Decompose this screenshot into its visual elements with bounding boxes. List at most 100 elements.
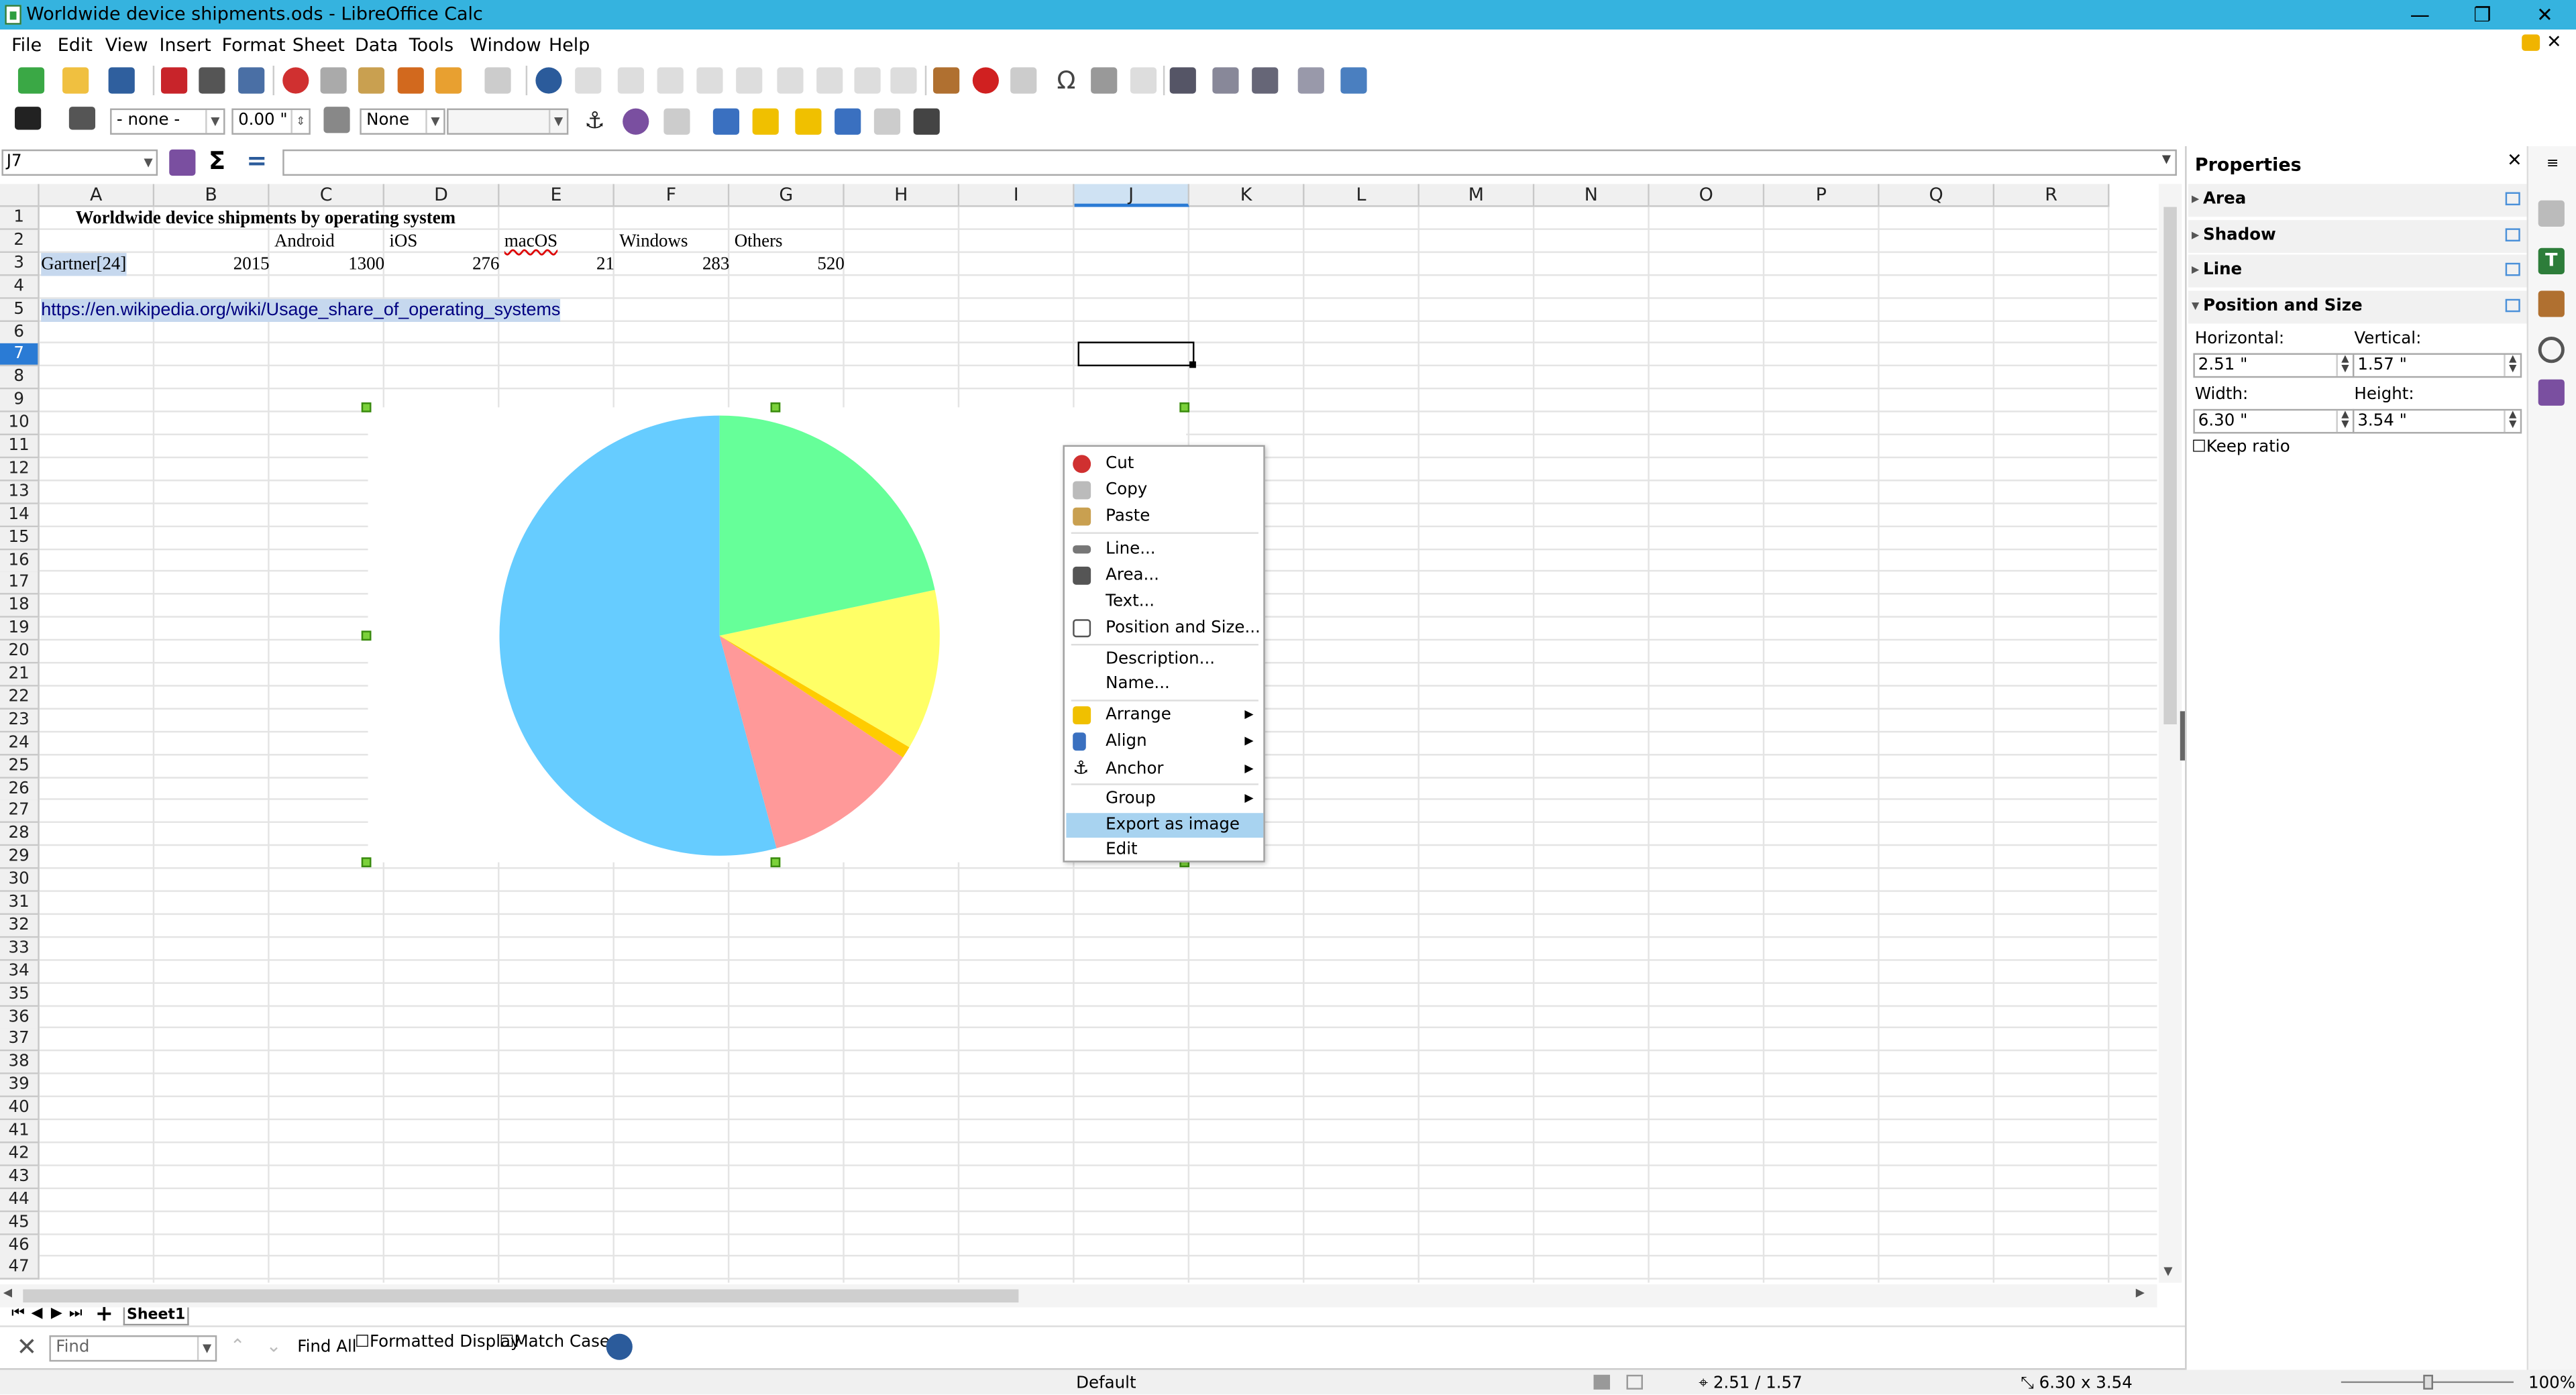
close-button[interactable]: ✕ [2514,0,2576,30]
column-header-a[interactable]: A [39,184,155,207]
cell-a5-link[interactable]: https://en.wikipedia.org/wiki/Usage_shar… [41,298,561,323]
gallery-tab-icon[interactable] [2538,290,2565,317]
menu-item-export-as-image[interactable]: Export as image [1066,813,1264,838]
prev-sheet-icon[interactable]: ◀ [32,1306,43,1322]
horizontal-scrollbar[interactable]: ◀ ▶ [0,1284,2157,1308]
vertical-scroll-thumb[interactable] [2163,207,2177,725]
row-header-13[interactable]: 13 [0,481,40,504]
menu-help[interactable]: Help [549,34,590,56]
fill-handle[interactable] [1189,361,1196,368]
scroll-right-arrow[interactable]: ▶ [2136,1286,2145,1300]
cut-icon[interactable] [282,67,309,94]
menu-file[interactable]: File [11,34,42,56]
menu-item-name[interactable]: Name... [1066,672,1263,697]
column-header-i[interactable]: I [959,184,1075,207]
row-icon[interactable] [617,67,645,94]
row-header-6[interactable]: 6 [0,321,40,345]
row-header-37[interactable]: 37 [0,1029,40,1052]
row-header-18[interactable]: 18 [0,595,40,618]
autofilter-icon[interactable] [890,67,917,94]
column-header-k[interactable]: K [1189,184,1305,207]
section-shadow[interactable]: ▶ Shadow [2188,220,2527,254]
row-header-35[interactable]: 35 [0,983,40,1007]
menu-view[interactable]: View [105,34,148,56]
row-header-17[interactable]: 17 [0,572,40,596]
row-header-3[interactable]: 3 [0,252,40,276]
cell-d3[interactable]: 276 [386,253,499,276]
row-header-41[interactable]: 41 [0,1120,40,1143]
insert-image-icon[interactable] [933,67,960,94]
row-header-24[interactable]: 24 [0,732,40,755]
menu-item-arrange[interactable]: Arrange ▶ [1066,703,1263,728]
section-line[interactable]: ▶ Line [2188,254,2527,288]
clone-formatting-icon[interactable] [397,67,424,94]
selection-handle[interactable] [361,630,372,641]
headers-footers-icon[interactable] [1169,67,1196,94]
cell-f2[interactable]: Windows [619,230,688,253]
section-area[interactable]: ▶ Area [2188,184,2527,217]
cell-a1-title[interactable]: Worldwide device shipments by operating … [76,207,455,230]
row-header-28[interactable]: 28 [0,823,40,846]
last-sheet-icon[interactable]: ⏭ [69,1306,83,1322]
save-icon[interactable] [108,67,135,94]
insert-rows-icon[interactable] [696,67,723,94]
menu-item-text[interactable]: Text... [1066,590,1263,614]
line-color-icon[interactable] [15,107,42,130]
row-header-11[interactable]: 11 [0,435,40,459]
line-style-select[interactable]: - none - ▼ [110,108,225,135]
hyperlink-icon[interactable] [1091,67,1118,94]
show-draw-functions-icon[interactable] [1340,67,1367,94]
cell-e2[interactable]: macOS [504,230,557,253]
selection-handle[interactable] [770,402,781,412]
formula-icon[interactable]: = [246,146,267,176]
rotate-icon[interactable] [623,108,649,135]
comment-icon[interactable] [1130,67,1157,94]
vertical-scrollbar[interactable]: ▼ [2158,184,2182,1283]
cell-a3[interactable]: Gartner[24] [41,253,127,276]
row-header-32[interactable]: 32 [0,914,40,938]
area-fill-icon[interactable] [323,107,350,133]
column-header-e[interactable]: E [499,184,614,207]
menu-item-position-and-size[interactable]: Position and Size... [1066,616,1263,640]
formula-input[interactable] [282,149,2177,176]
close-document-icon[interactable]: ✕ [2546,32,2562,53]
cell-f3[interactable]: 283 [616,253,729,276]
next-sheet-icon[interactable]: ▶ [51,1306,62,1322]
row-header-21[interactable]: 21 [0,663,40,687]
page-style[interactable]: Default [1076,1372,1136,1395]
menu-tools[interactable]: Tools [409,34,453,56]
expand-formula-icon[interactable]: ▼ [2162,153,2171,166]
restore-button[interactable]: ❐ [2451,0,2514,30]
row-header-30[interactable]: 30 [0,869,40,893]
define-print-area-icon[interactable] [1212,67,1239,94]
row-header-46[interactable]: 46 [0,1234,40,1258]
width-field[interactable]: 6.30 " ▲ ▼ [2193,408,2355,434]
zoom-slider-thumb[interactable] [2423,1374,2433,1390]
open-folder-icon[interactable] [62,67,89,94]
menu-item-anchor[interactable]: ⚓ Anchor ▶ [1066,757,1263,782]
redo-icon[interactable] [484,67,511,94]
row-header-45[interactable]: 45 [0,1211,40,1235]
undo-icon[interactable] [435,67,462,94]
row-header-44[interactable]: 44 [0,1188,40,1212]
freeze-rows-columns-icon[interactable] [1252,67,1279,94]
row-header-26[interactable]: 26 [0,777,40,801]
print-icon[interactable] [199,67,225,94]
close-findbar-icon[interactable]: ✕ [16,1332,37,1361]
row-header-31[interactable]: 31 [0,891,40,915]
area-style-select[interactable]: None ▼ [360,108,445,135]
cell-g2[interactable]: Others [735,230,783,253]
sidebar-menu-icon[interactable]: ≡ [2546,156,2559,172]
menu-edit[interactable]: Edit [58,34,93,56]
row-header-12[interactable]: 12 [0,458,40,482]
row-header-23[interactable]: 23 [0,709,40,732]
row-header-15[interactable]: 15 [0,526,40,550]
cell-c2[interactable]: Android [274,230,335,253]
row-header-1[interactable]: 1 [0,207,40,230]
spelling-icon[interactable] [575,67,602,94]
menu-item-area[interactable]: Area... [1066,563,1263,588]
row-header-43[interactable]: 43 [0,1166,40,1189]
menu-window[interactable]: Window [470,34,541,56]
menu-data[interactable]: Data [355,34,398,56]
column-header-b[interactable]: B [154,184,270,207]
